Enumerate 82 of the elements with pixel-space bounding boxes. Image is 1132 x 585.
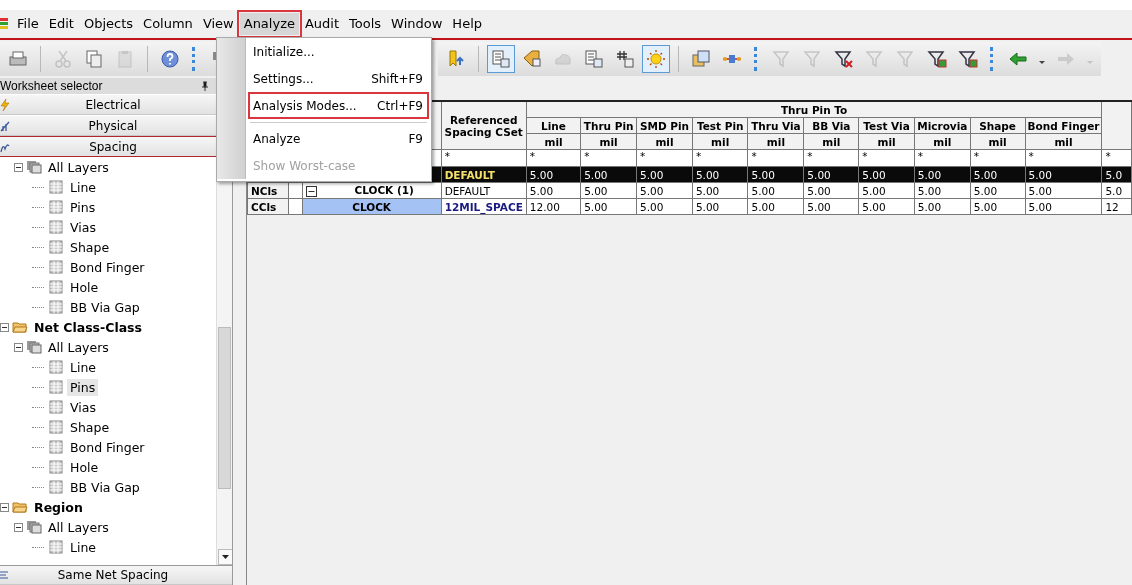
shortcut-label: F9	[408, 131, 423, 146]
grid-icon	[48, 300, 64, 314]
grid-icon	[48, 280, 64, 294]
menu-option[interactable]: Initialize...	[250, 40, 427, 63]
grid-icon	[48, 460, 64, 474]
menu-item[interactable]: Help	[448, 13, 486, 35]
tree-item[interactable]: Shape	[67, 418, 113, 436]
sheet-icon[interactable]	[487, 45, 515, 73]
measure-icon	[0, 119, 10, 132]
grid-icon	[48, 540, 64, 554]
menu-item[interactable]: Window	[387, 13, 447, 35]
shortcut-label: Shift+F9	[371, 71, 423, 86]
grid-icon	[48, 360, 64, 374]
toolbar-grip	[192, 47, 198, 71]
menu-item[interactable]: Edit	[44, 13, 78, 35]
layers-icon	[26, 160, 42, 174]
collapse-toggle[interactable]	[305, 186, 317, 197]
tree-item[interactable]: Region	[31, 498, 86, 516]
tree-item[interactable]: Shape	[67, 238, 113, 256]
tree-item[interactable]: Hole	[67, 278, 102, 296]
collapse-toggle[interactable]	[0, 322, 9, 332]
panel-title: Worksheet selector	[0, 79, 103, 93]
menu-option-label: Analyze	[253, 131, 301, 146]
tree-item[interactable]: Line	[67, 538, 100, 556]
sun-icon[interactable]	[642, 45, 670, 73]
shortcut-label: Ctrl+F9	[377, 98, 423, 113]
tree-item[interactable]: All Layers	[45, 518, 112, 536]
category-tab[interactable]: Same Net Spacing	[0, 565, 232, 585]
tree-item[interactable]: All Layers	[45, 158, 112, 176]
net-icon	[0, 569, 10, 581]
tree-item[interactable]: Line	[67, 178, 100, 196]
grid-icon	[48, 220, 64, 234]
collapse-toggle[interactable]	[0, 502, 9, 512]
folder-icon	[12, 320, 28, 334]
menu-item[interactable]: Tools	[345, 13, 386, 35]
collapse-toggle[interactable]	[14, 522, 23, 532]
grid-icon	[48, 380, 64, 394]
column-header: Referenced Spacing CSet	[441, 101, 527, 150]
toolbar-grip	[754, 47, 760, 71]
menu-option-label: Show Worst-case	[253, 158, 356, 173]
grid-icon	[48, 440, 64, 454]
collapse-toggle[interactable]	[14, 162, 23, 172]
menu-item[interactable]: View	[198, 13, 238, 35]
grid-icon	[48, 200, 64, 214]
menu-option[interactable]: Analyze F9	[250, 127, 427, 150]
grid-icon	[48, 480, 64, 494]
grid-icon	[48, 240, 64, 254]
lightning-icon	[0, 98, 10, 111]
pin-icon[interactable]	[200, 81, 210, 91]
menu-item[interactable]: File	[13, 13, 43, 35]
grid-icon	[48, 260, 64, 274]
collapse-toggle[interactable]	[14, 342, 23, 352]
menu-option[interactable]: Analysis Modes... Ctrl+F9	[250, 94, 427, 117]
menu-option-label: Settings...	[253, 71, 314, 86]
tree-item[interactable]: BB Via Gap	[67, 298, 143, 316]
layers-icon	[26, 520, 42, 534]
tree-item[interactable]: BB Via Gap	[67, 478, 143, 496]
menu-item[interactable]: Analyze	[239, 13, 299, 35]
tree-item[interactable]: Bond Finger	[67, 258, 148, 276]
menu-option-label: Initialize...	[253, 44, 315, 59]
layers-icon	[26, 340, 42, 354]
menu-item[interactable]: Column	[139, 13, 197, 35]
grid-icon	[48, 420, 64, 434]
tree-item[interactable]: Bond Finger	[67, 438, 148, 456]
tree-item[interactable]: Vias	[67, 398, 99, 416]
toolbar-grip	[990, 47, 996, 71]
tree-item[interactable]: Pins	[67, 198, 99, 216]
tree-item[interactable]: All Layers	[45, 338, 112, 356]
menu-option-label: Analysis Modes...	[253, 98, 357, 113]
tree-item[interactable]: Pins	[67, 378, 99, 396]
tree-item[interactable]: Hole	[67, 458, 102, 476]
tree-item[interactable]: Vias	[67, 218, 99, 236]
menu-option[interactable]: Settings... Shift+F9	[250, 67, 427, 90]
folder-icon	[12, 500, 28, 514]
menu-item[interactable]: Audit	[300, 13, 344, 35]
grid-icon	[48, 180, 64, 194]
grid-icon	[48, 400, 64, 414]
app-icon	[0, 16, 10, 32]
tree-item[interactable]: Line	[67, 358, 100, 376]
tree-item[interactable]: Net Class-Class	[31, 318, 145, 336]
column-group-header: Thru Pin To	[526, 101, 1102, 118]
menu-item[interactable]: Objects	[79, 13, 138, 35]
